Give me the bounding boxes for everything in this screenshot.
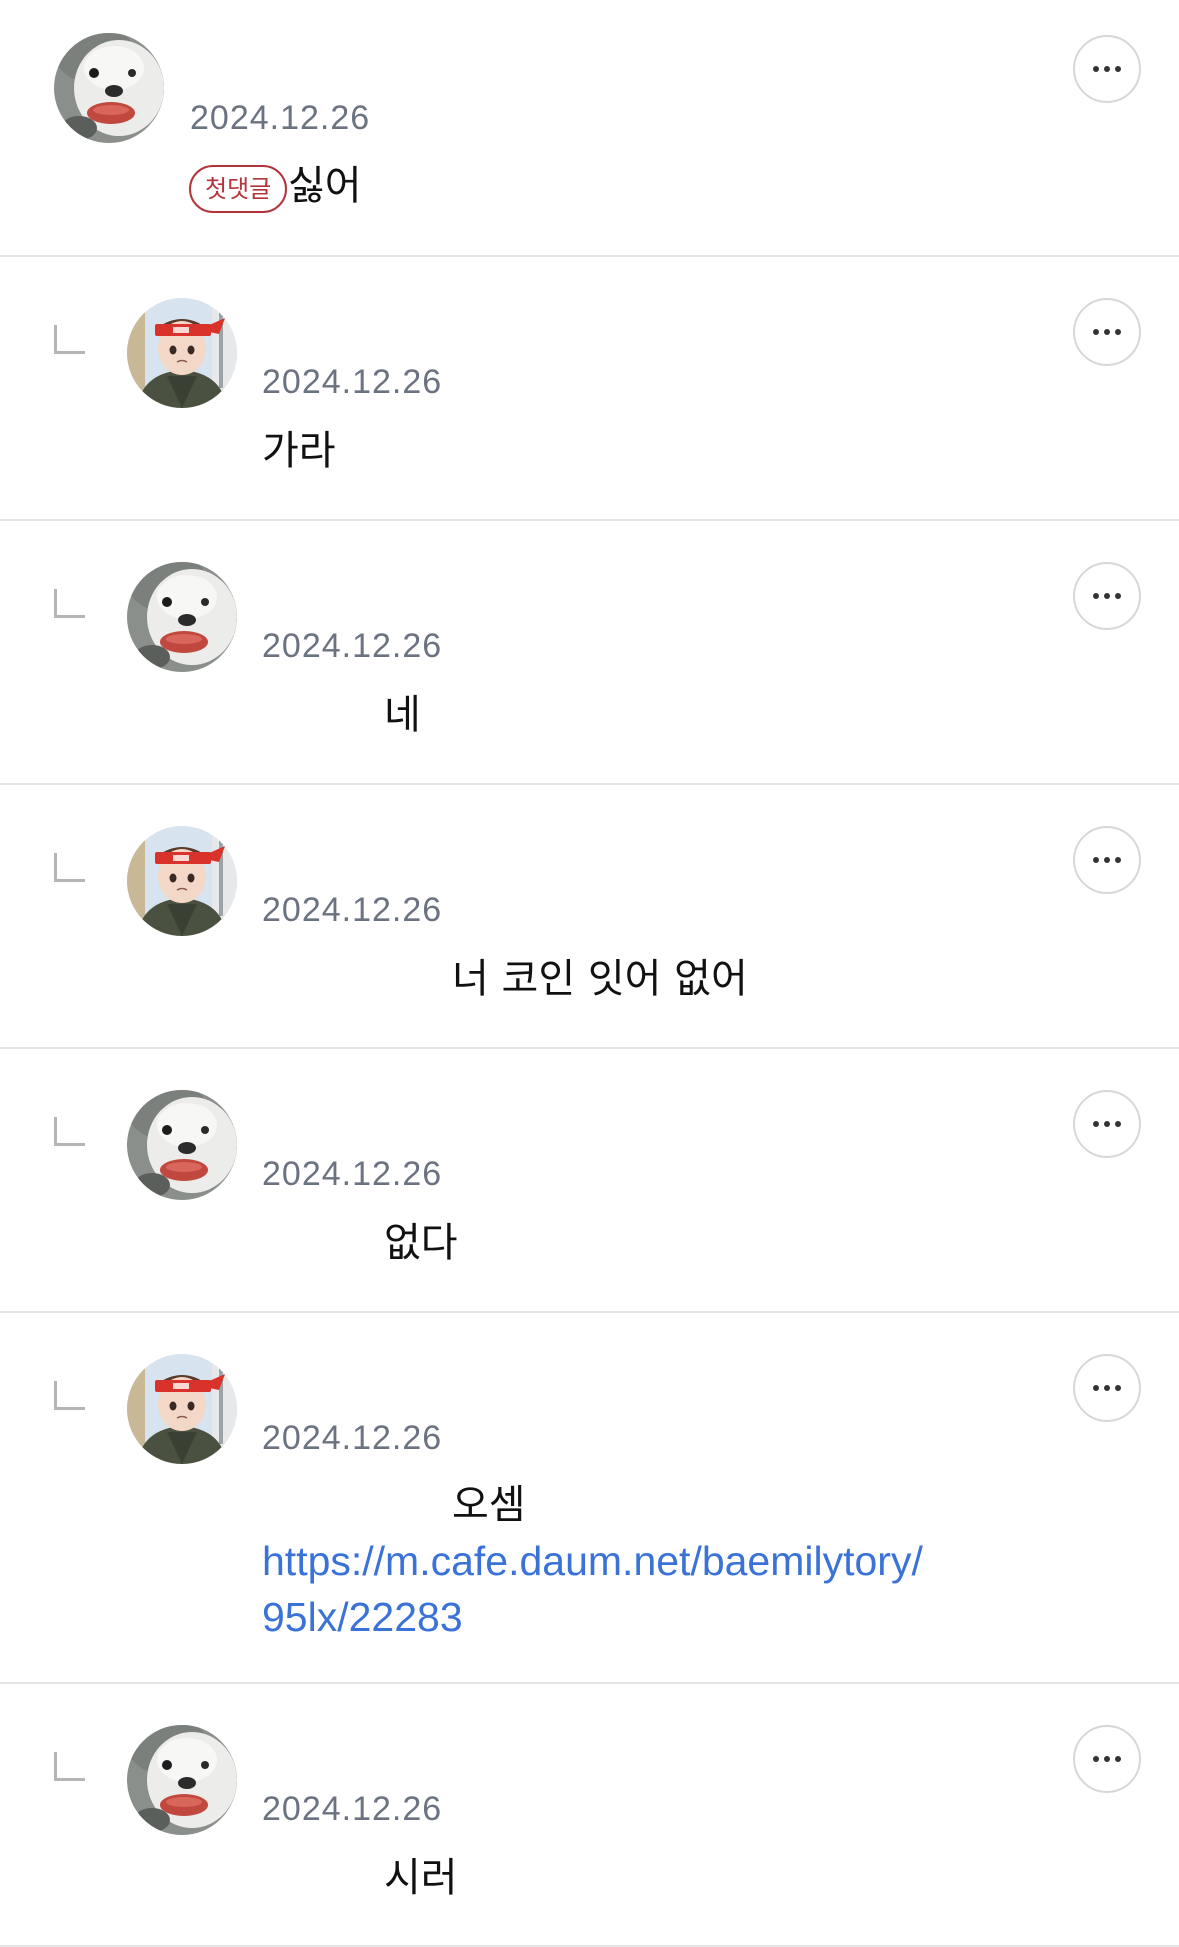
white-dog-avatar-icon — [127, 1725, 237, 1835]
more-options-button[interactable] — [1073, 1354, 1141, 1422]
cartoon-boy-avatar-icon — [127, 826, 237, 936]
more-horizontal-icon — [1093, 329, 1099, 335]
white-dog-avatar-icon — [127, 1090, 237, 1200]
reply-item: 2024.12.26 가라 — [0, 257, 1179, 521]
comment-date: 2024.12.26 — [262, 363, 443, 401]
comment-text: 네 — [384, 692, 421, 738]
comment-text: 너 코인 잇어 없어 — [452, 956, 748, 1002]
user-avatar[interactable] — [127, 1354, 237, 1464]
more-horizontal-icon — [1093, 66, 1099, 72]
comment-text: 가라 — [262, 428, 336, 474]
more-horizontal-icon — [1093, 1385, 1099, 1391]
white-dog-avatar-icon — [127, 562, 237, 672]
more-options-button[interactable] — [1073, 1725, 1141, 1793]
comment-link[interactable]: 95lx/22283 — [262, 1589, 463, 1645]
reply-indent-icon — [54, 853, 85, 882]
reply-indent-icon — [54, 325, 85, 354]
user-avatar[interactable] — [127, 562, 237, 672]
user-avatar[interactable] — [127, 1090, 237, 1200]
more-options-button[interactable] — [1073, 562, 1141, 630]
reply-indent-icon — [54, 1117, 85, 1146]
comment-text: 시러 — [384, 1855, 458, 1901]
cartoon-boy-avatar-icon — [127, 298, 237, 408]
comment-date: 2024.12.26 — [262, 1790, 443, 1828]
more-horizontal-icon — [1093, 1756, 1099, 1762]
more-options-button[interactable] — [1073, 826, 1141, 894]
comment-text: 싫어 — [288, 163, 362, 209]
user-avatar[interactable] — [54, 33, 164, 143]
user-avatar[interactable] — [127, 826, 237, 936]
reply-item: 2024.12.26 없다 — [0, 1049, 1179, 1313]
more-horizontal-icon — [1093, 593, 1099, 599]
white-dog-avatar-icon — [54, 33, 164, 143]
comment-link[interactable]: https://m.cafe.daum.net/baemilytory/ — [262, 1533, 923, 1589]
comment-date: 2024.12.26 — [262, 1155, 443, 1193]
reply-item: 2024.12.26 시러 — [0, 1684, 1179, 1947]
comment-text: 없다 — [384, 1220, 458, 1266]
comment-item: 2024.12.26 첫댓글 싫어 — [0, 0, 1179, 257]
reply-item: 2024.12.26 너 코인 잇어 없어 — [0, 785, 1179, 1049]
reply-indent-icon — [54, 1752, 85, 1781]
user-avatar[interactable] — [127, 1725, 237, 1835]
comment-date: 2024.12.26 — [262, 627, 443, 665]
more-horizontal-icon — [1093, 857, 1099, 863]
first-comment-badge: 첫댓글 — [189, 165, 288, 213]
reply-indent-icon — [54, 589, 85, 618]
more-options-button[interactable] — [1073, 298, 1141, 366]
comment-text: 오셈 — [452, 1482, 526, 1528]
reply-item: 2024.12.26 오셈 https://m.cafe.daum.net/ba… — [0, 1313, 1179, 1684]
more-options-button[interactable] — [1073, 35, 1141, 103]
more-horizontal-icon — [1093, 1121, 1099, 1127]
user-avatar[interactable] — [127, 298, 237, 408]
comment-date: 2024.12.26 — [262, 891, 443, 929]
more-options-button[interactable] — [1073, 1090, 1141, 1158]
reply-indent-icon — [54, 1381, 85, 1410]
comment-date: 2024.12.26 — [262, 1419, 443, 1457]
reply-item: 2024.12.26 네 — [0, 521, 1179, 785]
cartoon-boy-avatar-icon — [127, 1354, 237, 1464]
comment-date: 2024.12.26 — [190, 99, 371, 137]
